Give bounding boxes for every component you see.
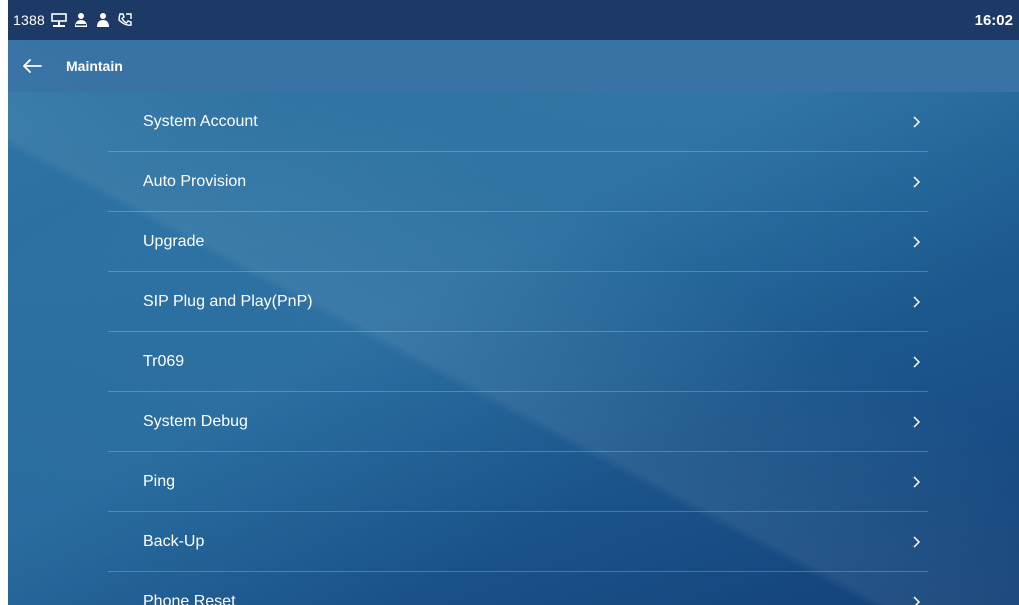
back-arrow-icon (23, 59, 42, 73)
menu-item-label: Auto Provision (143, 172, 247, 190)
menu-item-label: Ping (143, 472, 176, 490)
menu-item-phone-reset[interactable]: Phone Reset (108, 572, 928, 605)
menu-item-label: System Debug (143, 412, 248, 430)
chevron-right-icon (910, 595, 922, 605)
contacts-icon (73, 12, 89, 28)
chevron-right-icon (910, 415, 922, 429)
chevron-right-icon (910, 535, 922, 549)
menu-item-upgrade[interactable]: Upgrade (108, 212, 928, 272)
menu-item-back-up[interactable]: Back-Up (108, 512, 928, 572)
page-title: Maintain (66, 58, 123, 74)
menu-item-system-account[interactable]: System Account (108, 92, 928, 152)
title-bar: Maintain (8, 40, 1019, 92)
chevron-right-icon (910, 235, 922, 249)
user-icon (95, 12, 111, 28)
chevron-right-icon (910, 175, 922, 189)
menu-item-label: System Account (143, 112, 258, 130)
call-forward-icon (117, 12, 133, 28)
menu-item-tr069[interactable]: Tr069 (108, 332, 928, 392)
status-left: 1388 (13, 12, 133, 28)
status-bar: 1388 16:02 (8, 0, 1019, 40)
network-icon (51, 12, 67, 28)
menu-item-ping[interactable]: Ping (108, 452, 928, 512)
menu-item-label: Phone Reset (143, 592, 236, 605)
menu-item-label: SIP Plug and Play(PnP) (143, 292, 313, 310)
chevron-right-icon (910, 295, 922, 309)
menu-item-system-debug[interactable]: System Debug (108, 392, 928, 452)
back-button[interactable] (12, 46, 52, 86)
chevron-right-icon (910, 355, 922, 369)
extension-number: 1388 (13, 12, 45, 28)
chevron-right-icon (910, 475, 922, 489)
phone-screen: 1388 16:02 Maintain System Account Auto … (8, 0, 1019, 605)
menu-item-label: Back-Up (143, 532, 205, 550)
menu-item-label: Upgrade (143, 232, 205, 250)
maintain-menu: System Account Auto Provision Upgrade SI… (108, 92, 928, 605)
menu-item-auto-provision[interactable]: Auto Provision (108, 152, 928, 212)
clock: 16:02 (974, 11, 1013, 29)
chevron-right-icon (910, 115, 922, 129)
menu-item-sip-pnp[interactable]: SIP Plug and Play(PnP) (108, 272, 928, 332)
menu-item-label: Tr069 (143, 352, 185, 370)
